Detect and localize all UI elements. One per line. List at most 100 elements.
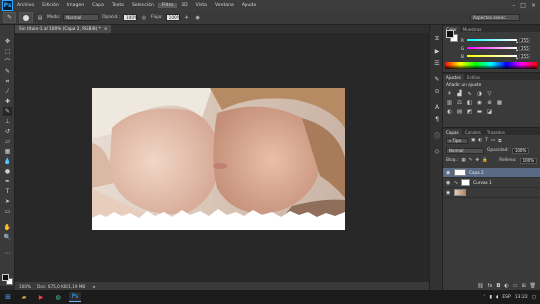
lasso-tool-icon[interactable]: ⌒ [3,57,12,66]
menu-texto[interactable]: Texto [108,3,128,8]
slider-g-value[interactable]: 255 [519,45,530,51]
hue-saturation-icon[interactable]: ▥ [446,99,453,106]
type-tool-icon[interactable]: T [3,187,12,196]
character-panel-icon[interactable]: A [433,103,441,111]
clone-stamp-tool-icon[interactable]: ⊥ [3,117,12,126]
fill-input[interactable]: 100% [519,157,537,164]
maximize-icon[interactable]: □ [520,2,526,9]
invert-icon[interactable]: ◐ [446,108,453,115]
color-lookup-icon[interactable]: ▦ [496,99,503,106]
crop-tool-icon[interactable]: ⌗ [3,77,12,86]
properties-panel-icon[interactable]: ☰ [433,59,441,67]
shape-tool-icon[interactable]: ▭ [3,207,12,216]
color-spectrum-ramp[interactable] [445,62,537,69]
slider-r-value[interactable]: 255 [519,37,530,43]
document-canvas[interactable] [92,88,345,230]
opacity-input[interactable]: 100% [122,14,138,21]
channel-mixer-icon[interactable]: ⊕ [486,99,493,106]
filter-type-icon[interactable]: T [485,138,488,143]
eyedropper-tool-icon[interactable]: ⁄ [3,87,12,96]
tab-trazados[interactable]: Trazados [484,129,508,135]
layer-name[interactable]: Curvas 1 [473,180,492,185]
black-white-icon[interactable]: ◧ [466,99,473,106]
brush-preset-picker[interactable] [19,12,33,23]
tab-ajustes[interactable]: Ajustes [443,74,464,80]
visibility-eye-icon[interactable]: ◉ [446,190,451,196]
slider-r-track[interactable] [467,38,518,43]
pressure-opacity-icon[interactable]: ◎ [140,14,148,22]
slider-g-track[interactable] [467,46,518,51]
workspace-select[interactable]: Aspectos esenc. [470,14,520,21]
document-tab[interactable]: Sin título-1 al 100% (Capa 2, RGB/8) * × [15,25,112,33]
visibility-eye-icon[interactable]: ◉ [446,180,451,186]
zoom-tool-icon[interactable]: 🔍 [3,233,12,242]
dodge-tool-icon[interactable]: ● [3,167,12,176]
new-adjustment-icon[interactable]: ◐ [504,283,508,289]
path-select-tool-icon[interactable]: ➤ [3,197,12,206]
tab-canales[interactable]: Canales [462,129,484,135]
language-indicator[interactable]: ESP [502,295,510,300]
slider-b-track[interactable] [467,54,518,59]
brush-tool-icon[interactable]: ✎ [3,107,12,116]
filter-smart-icon[interactable]: ⧉ [498,138,501,144]
filter-pixel-icon[interactable]: ▣ [471,138,475,143]
pen-tool-icon[interactable]: ✒ [3,177,12,186]
lock-paint-icon[interactable]: ✎ [469,158,473,163]
eraser-tool-icon[interactable]: ▱ [3,137,12,146]
paragraph-panel-icon[interactable]: ¶ [433,115,441,123]
notifications-icon[interactable]: ▢ [532,295,536,300]
color-fg-swatch[interactable] [446,30,454,38]
link-layers-icon[interactable]: ⛓ [477,283,483,289]
menu-vista[interactable]: Vista [192,3,211,8]
quick-select-tool-icon[interactable]: ✎ [3,67,12,76]
filter-adjustment-icon[interactable]: ◐ [478,138,482,143]
navigator-panel-icon[interactable]: ◇ [433,147,441,155]
history-panel-icon[interactable]: ⧖ [433,35,441,43]
file-explorer-icon[interactable]: ▰ [18,292,30,302]
menu-imagen[interactable]: Imagen [63,3,88,8]
brush-tool-preset-icon[interactable]: ✎ [3,12,16,23]
clone-source-panel-icon[interactable]: ⊙ [433,87,441,95]
lock-transparent-icon[interactable]: ▦ [461,158,465,163]
tab-estilos[interactable]: Estilos [464,74,483,80]
menu-seleccion[interactable]: Selección [128,3,158,8]
tab-muestras[interactable]: Muestras [460,26,485,32]
vibrance-icon[interactable]: ▽ [486,90,493,97]
brightness-icon[interactable]: ☀ [446,90,453,97]
filter-shape-icon[interactable]: ▭ [491,138,495,143]
curves-icon[interactable]: ∿ [466,90,473,97]
add-mask-icon[interactable]: ◘ [496,283,500,289]
layer-row-curvas-1[interactable]: ◉ ∿ Curvas 1 [443,178,540,188]
lock-all-icon[interactable]: 🔒 [482,158,488,163]
tab-capas[interactable]: Capas [443,129,462,135]
gradient-map-icon[interactable]: ▬ [476,108,483,115]
minimize-icon[interactable]: – [512,2,515,9]
levels-icon[interactable]: ▟ [456,90,463,97]
layer-name[interactable]: Capa 2 [469,170,484,175]
photo-filter-icon[interactable]: ◉ [476,99,483,106]
menu-archivo[interactable]: Archivo [13,3,38,8]
flow-input[interactable]: 100% [165,14,181,21]
history-brush-tool-icon[interactable]: ↺ [3,127,12,136]
close-tab-icon[interactable]: × [104,27,108,32]
slider-r-knob[interactable] [516,40,518,43]
volume-icon[interactable]: ◖ [496,295,498,300]
slider-b-knob[interactable] [516,56,518,59]
pressure-size-icon[interactable]: ◉ [194,14,202,22]
new-layer-icon[interactable]: ⊞ [521,283,525,289]
threshold-icon[interactable]: ◩ [466,108,473,115]
move-tool-icon[interactable]: ✥ [3,37,12,46]
mode-select[interactable]: Normal [63,14,100,21]
slider-b-value[interactable]: 255 [519,53,530,59]
blur-tool-icon[interactable]: 💧 [3,157,12,166]
visibility-eye-icon[interactable]: ◉ [446,170,451,176]
posterize-icon[interactable]: ▤ [456,108,463,115]
blend-mode-select[interactable]: Normal [446,147,484,154]
menu-capa[interactable]: Capa [88,3,108,8]
clock[interactable]: 13:22 [515,295,528,300]
close-icon[interactable]: × [531,2,536,9]
delete-layer-icon[interactable]: 🗑 [530,283,536,289]
media-player-icon[interactable]: ▶ [35,292,47,302]
layer-style-icon[interactable]: fx [488,283,493,289]
zoom-level[interactable]: 100% [19,284,31,289]
